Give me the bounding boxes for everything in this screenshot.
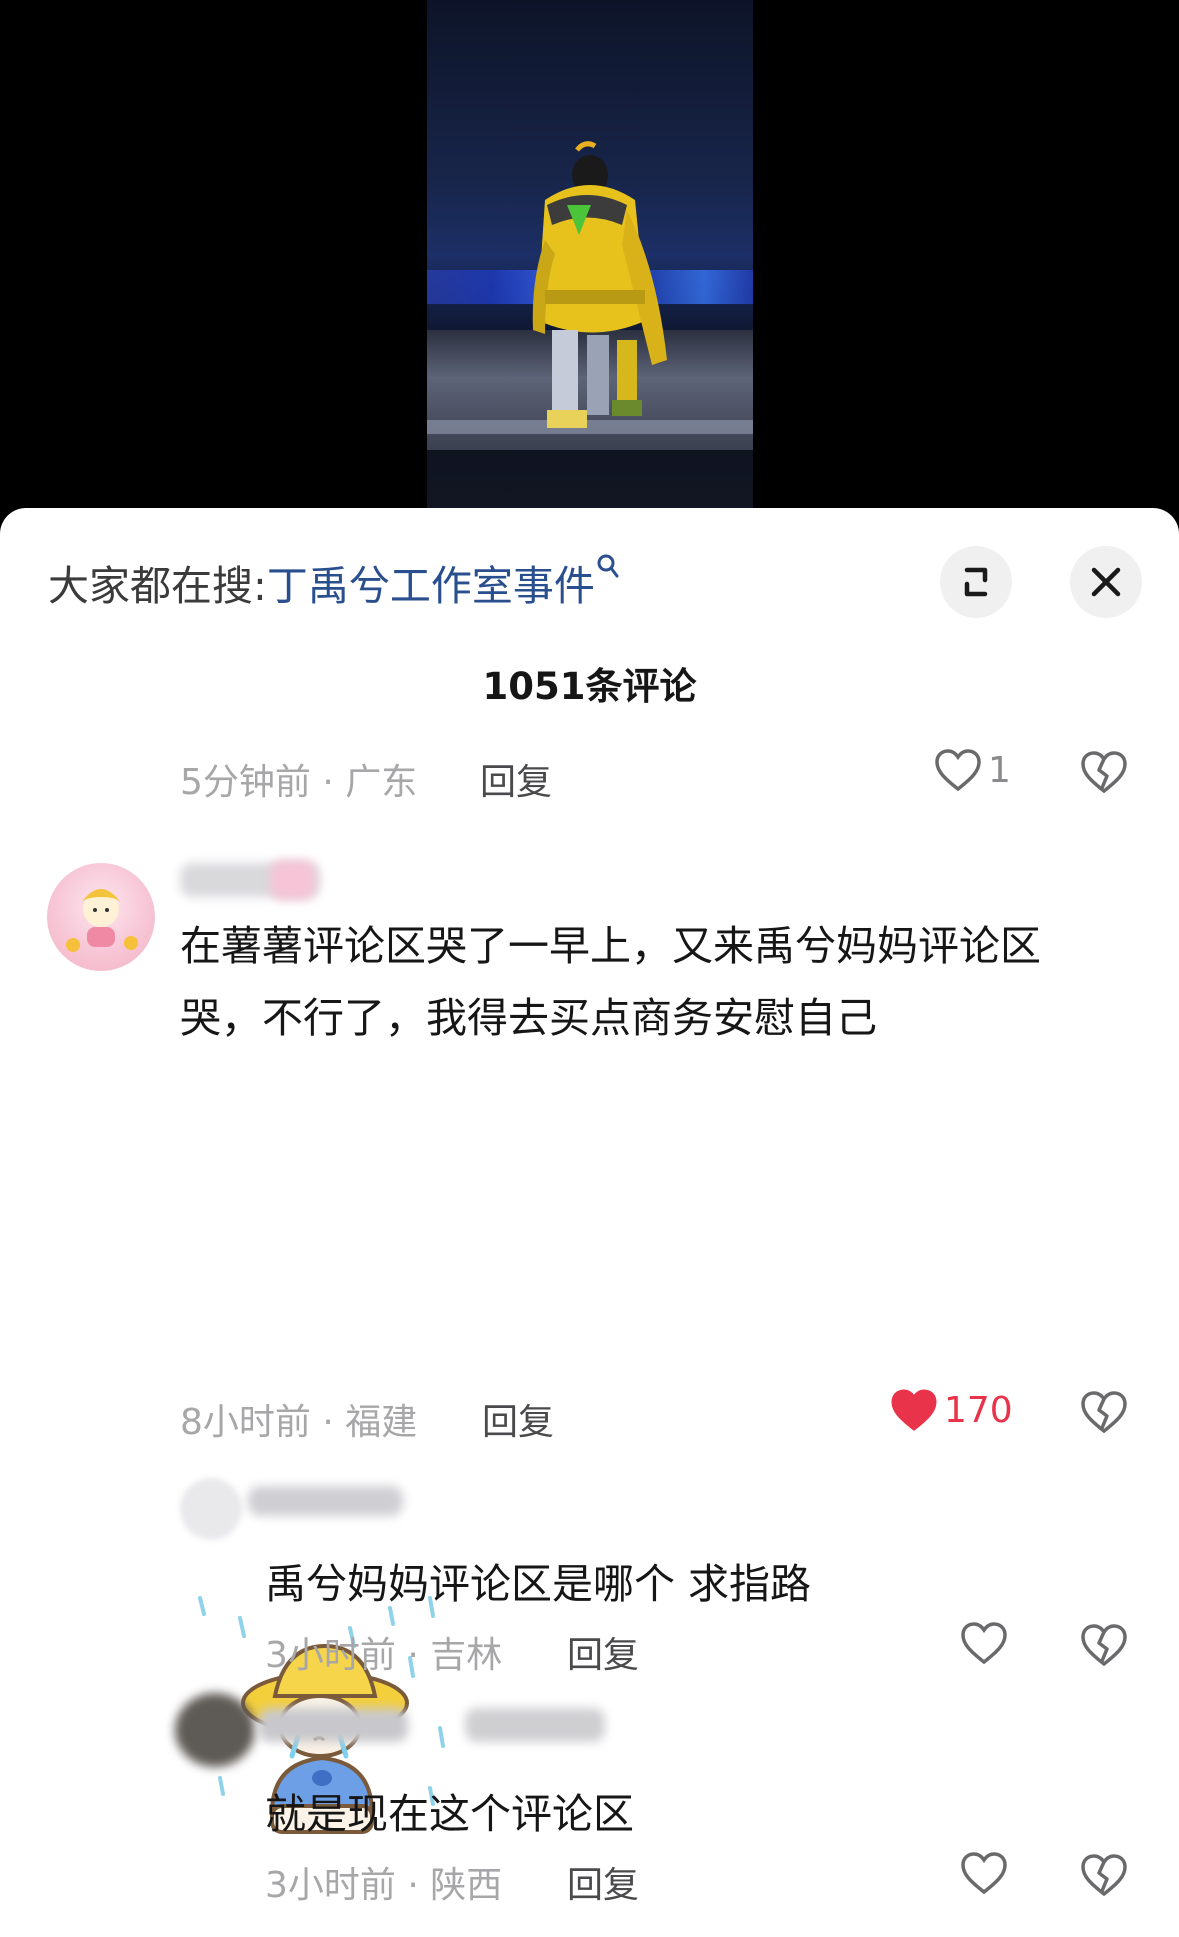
username-redacted: [248, 1486, 403, 1516]
performer-figure: [532, 141, 667, 428]
heart-icon: [935, 749, 981, 792]
video-player[interactable]: [0, 0, 1179, 510]
search-suggestion[interactable]: 大家都在搜:丁禹兮工作室事件: [48, 552, 619, 612]
comment-text: 就是现在这个评论区: [265, 1790, 634, 1838]
like-button[interactable]: [960, 1851, 1014, 1895]
search-icon: [597, 554, 619, 586]
avatar[interactable]: [180, 1478, 242, 1540]
avatar[interactable]: [175, 1693, 255, 1767]
reply-button[interactable]: 回复: [567, 1626, 639, 1678]
username-redacted: [465, 1708, 605, 1742]
heart-icon: [961, 1622, 1007, 1665]
comment-meta: 8小时前 · 福建: [180, 1402, 418, 1443]
like-button[interactable]: 1: [934, 748, 1011, 792]
heart-filled-icon: [891, 1389, 937, 1431]
dislike-button[interactable]: [1080, 1853, 1128, 1901]
reply-button[interactable]: 回复: [480, 753, 552, 805]
avatar-illustration: [66, 889, 138, 952]
broken-heart-icon: [1081, 1391, 1127, 1434]
heart-icon: [961, 1852, 1007, 1895]
comment-meta: 3小时前 · 陕西: [265, 1865, 503, 1906]
comment-text: 在薯薯评论区哭了一早上，又来禹兮妈妈评论区 哭，不行了，我得去买点商务安慰自己: [180, 910, 1140, 1054]
comment-count: 1051条评论: [482, 665, 697, 708]
expand-button[interactable]: [940, 546, 1012, 618]
comment-text: 禹兮妈妈评论区是哪个 求指路: [265, 1560, 812, 1608]
search-prefix: 大家都在搜:: [48, 562, 267, 610]
broken-heart-icon: [1081, 1854, 1127, 1897]
comment-sheet: 大家都在搜:丁禹兮工作室事件 1051条评论 5分钟前 · 广东 回复 1 在薯…: [0, 508, 1179, 1937]
search-term-link[interactable]: 丁禹兮工作室事件: [267, 562, 595, 610]
dislike-button[interactable]: [1080, 750, 1128, 798]
broken-heart-icon: [1081, 751, 1127, 794]
dislike-button[interactable]: [1080, 1390, 1128, 1438]
broken-heart-icon: [1081, 1624, 1127, 1667]
username-emoji-redacted: [270, 860, 315, 900]
close-button[interactable]: [1070, 546, 1142, 618]
expand-icon: [964, 567, 988, 597]
avatar[interactable]: [47, 863, 155, 971]
close-icon: [1091, 567, 1121, 597]
comment-meta: 5分钟前 · 广东: [180, 762, 418, 803]
dislike-button[interactable]: [1080, 1623, 1128, 1671]
video-frame: [427, 0, 753, 510]
reply-button[interactable]: 回复: [482, 1393, 554, 1445]
comment-meta: 3小时前 · 吉林: [265, 1635, 503, 1676]
like-count: 1: [988, 749, 1011, 791]
comment-text-line: 哭，不行了，我得去买点商务安慰自己: [180, 994, 877, 1042]
like-button[interactable]: 170: [890, 1388, 1013, 1432]
like-count: 170: [944, 1389, 1013, 1431]
comment-text-line: 在薯薯评论区哭了一早上，又来禹兮妈妈评论区: [180, 922, 1041, 970]
reply-button[interactable]: 回复: [567, 1856, 639, 1908]
like-button[interactable]: [960, 1621, 1014, 1665]
username-redacted: [258, 1708, 408, 1742]
